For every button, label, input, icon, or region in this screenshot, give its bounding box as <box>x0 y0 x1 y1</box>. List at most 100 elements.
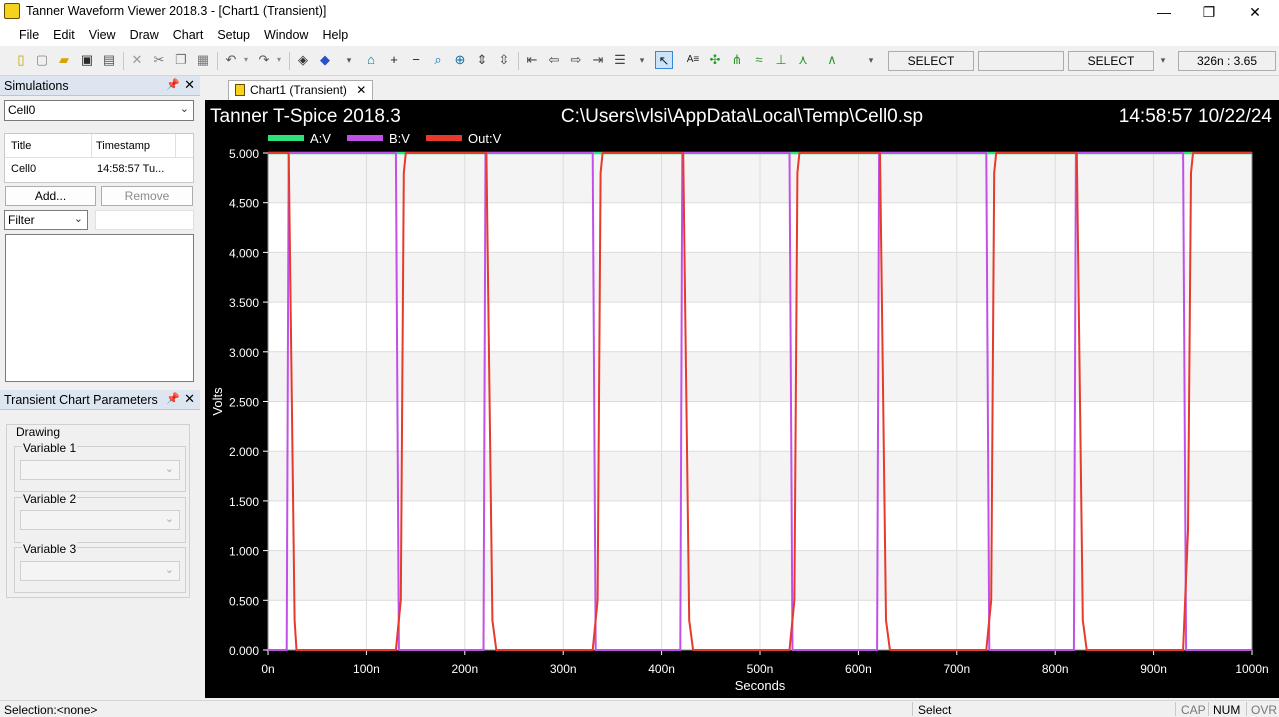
zoom-y-icon[interactable]: ⇳ <box>495 51 513 69</box>
new-doc-icon[interactable]: ▢ <box>33 51 51 69</box>
row-timestamp: 14:58:57 Tu... <box>97 163 165 175</box>
params-panel-title: Transient Chart Parameters <box>4 393 158 407</box>
crossing-icon[interactable]: ⊥ <box>772 51 790 69</box>
new-icon[interactable]: ▯ <box>12 51 30 69</box>
previous-icon[interactable]: ⇦ <box>545 51 563 69</box>
chart-header-simulator: Tanner T-Spice 2018.3 <box>210 106 401 127</box>
zoom-fit-icon[interactable]: ⊕ <box>451 51 469 69</box>
layers-icon[interactable]: ◈ <box>294 51 312 69</box>
slope-icon[interactable]: ≈ <box>750 51 768 69</box>
zoom-box-icon[interactable]: ⌕ <box>429 51 447 69</box>
select-field-1[interactable]: SELECT <box>888 51 974 71</box>
x-tick-label: 100n <box>353 662 380 676</box>
undo-dropdown-icon[interactable]: ▾ <box>237 51 255 69</box>
x-tick-label: 200n <box>451 662 478 676</box>
pin-icon[interactable]: 📌 <box>166 392 180 405</box>
status-num: NUM <box>1213 703 1241 717</box>
menu-file[interactable]: File <box>12 24 46 46</box>
x-axis-ticks: 0n 100n 200n 300n 400n 500n 600n 700n 800n 900n 10… <box>261 650 1269 676</box>
zoom-out-icon[interactable]: − <box>407 51 425 69</box>
menu-bar: FileEditViewDrawChartSetupWindowHelp –❐✕ <box>0 24 1279 64</box>
x-tick-label: 600n <box>845 662 872 676</box>
toolbar-overflow-icon[interactable]: ▾ <box>340 51 358 69</box>
blank-field[interactable] <box>978 51 1064 71</box>
menu-draw[interactable]: Draw <box>123 24 166 46</box>
select-pointer-icon[interactable]: ↖ <box>655 51 673 69</box>
delete-icon[interactable]: ✕ <box>128 51 146 69</box>
filter-results-list[interactable] <box>5 234 194 382</box>
variable-1-select[interactable]: ⌄ <box>20 460 180 480</box>
legend-label: B:V <box>389 131 410 146</box>
save-all-icon[interactable]: ▤ <box>100 51 118 69</box>
zoom-in-icon[interactable]: + <box>385 51 403 69</box>
table-row[interactable]: Cell0 14:58:57 Tu... <box>5 158 193 182</box>
toolbar-overflow-icon-2[interactable]: ▾ <box>633 51 651 69</box>
y-tick-label: 0.000 <box>229 644 259 658</box>
filter-select[interactable]: Filter ⌄ <box>4 210 88 230</box>
drawing-group-label: Drawing <box>14 425 63 439</box>
text-annotation-icon[interactable]: A≡ <box>684 51 702 69</box>
menu-edit[interactable]: Edit <box>46 24 82 46</box>
edge-icon[interactable]: ∧ <box>823 51 841 69</box>
variable-2-select[interactable]: ⌄ <box>20 510 180 530</box>
zoom-x-icon[interactable]: ⇕ <box>473 51 491 69</box>
select-field-2[interactable]: SELECT <box>1068 51 1154 71</box>
row-title: Cell0 <box>11 163 37 175</box>
simulations-panel-title: Simulations <box>4 79 69 93</box>
peak-icon[interactable]: ⋏ <box>794 51 812 69</box>
x-tick-label: 500n <box>747 662 774 676</box>
close-button[interactable]: ✕ <box>1241 2 1269 22</box>
paste-icon[interactable]: ▦ <box>194 51 212 69</box>
next-icon[interactable]: ⇨ <box>567 51 585 69</box>
simulation-select[interactable]: Cell0 ⌄ <box>4 100 194 121</box>
last-icon[interactable]: ⇥ <box>589 51 607 69</box>
menu-chart[interactable]: Chart <box>166 24 211 46</box>
app-icon <box>4 3 20 19</box>
y-tick-label: 0.500 <box>229 594 259 608</box>
save-icon[interactable]: ▣ <box>78 51 96 69</box>
y-tick-label: 5.000 <box>229 147 259 161</box>
legend-swatch <box>426 135 462 141</box>
y-tick-label: 1.000 <box>229 545 259 559</box>
menu-setup[interactable]: Setup <box>210 24 257 46</box>
close-panel-icon[interactable]: ✕ <box>184 77 195 93</box>
cut-icon[interactable]: ✂ <box>150 51 168 69</box>
remove-button[interactable]: Remove <box>101 186 193 206</box>
measure-icon[interactable]: ⋔ <box>728 51 746 69</box>
list-icon[interactable]: ☰ <box>611 51 629 69</box>
chart-area[interactable]: Tanner T-Spice 2018.3 C:\Users\vlsi\AppD… <box>205 100 1279 698</box>
toolbar-overflow-icon-3[interactable]: ▾ <box>862 51 880 69</box>
close-panel-icon[interactable]: ✕ <box>184 391 195 407</box>
column-title[interactable]: Title <box>11 140 31 152</box>
variable-3-label: Variable 3 <box>22 542 78 556</box>
restore-button[interactable]: ❐ <box>1195 2 1223 22</box>
home-icon[interactable]: ⌂ <box>362 51 380 69</box>
tab-chart1[interactable]: Chart1 (Transient) ✕ <box>228 80 374 100</box>
waveform-chart[interactable]: Tanner T-Spice 2018.3 C:\Users\vlsi\AppD… <box>205 100 1279 698</box>
chart-doc-icon <box>235 84 245 96</box>
cursor-marker-icon[interactable]: ✣ <box>706 51 724 69</box>
x-tick-label: 700n <box>943 662 970 676</box>
open-folder-icon[interactable]: ▰ <box>55 51 73 69</box>
redo-dropdown-icon[interactable]: ▾ <box>270 51 288 69</box>
chevron-down-icon: ⌄ <box>164 564 174 576</box>
menu-window[interactable]: Window <box>257 24 315 46</box>
x-axis-label: Seconds <box>735 678 786 693</box>
toolbar: ▯ ▢ ▰ ▣ ▤ ✕ ✂ ❐ ▦ ↶ ▾ ↷ ▾ ◈ ◆ ▾ ⌂ + − ⌕ … <box>0 46 1279 76</box>
pin-icon[interactable]: 📌 <box>166 78 180 91</box>
minimize-button[interactable]: — <box>1150 2 1178 22</box>
column-timestamp[interactable]: Timestamp <box>96 140 150 152</box>
toolbar-overflow-icon-4[interactable]: ▾ <box>1154 51 1172 69</box>
y-tick-label: 2.500 <box>229 396 259 410</box>
copy-icon[interactable]: ❐ <box>172 51 190 69</box>
filter-input[interactable] <box>95 210 194 230</box>
menu-view[interactable]: View <box>82 24 123 46</box>
first-icon[interactable]: ⇤ <box>523 51 541 69</box>
status-selection: Selection:<none> <box>4 703 98 717</box>
add-button[interactable]: Add... <box>5 186 96 206</box>
book-icon[interactable]: ◆ <box>316 51 334 69</box>
tab-close-icon[interactable]: ✕ <box>356 83 366 97</box>
menu-help[interactable]: Help <box>315 24 355 46</box>
variable-3-select[interactable]: ⌄ <box>20 561 180 581</box>
chart-header-timestamp: 14:58:57 10/22/24 <box>1119 106 1273 127</box>
